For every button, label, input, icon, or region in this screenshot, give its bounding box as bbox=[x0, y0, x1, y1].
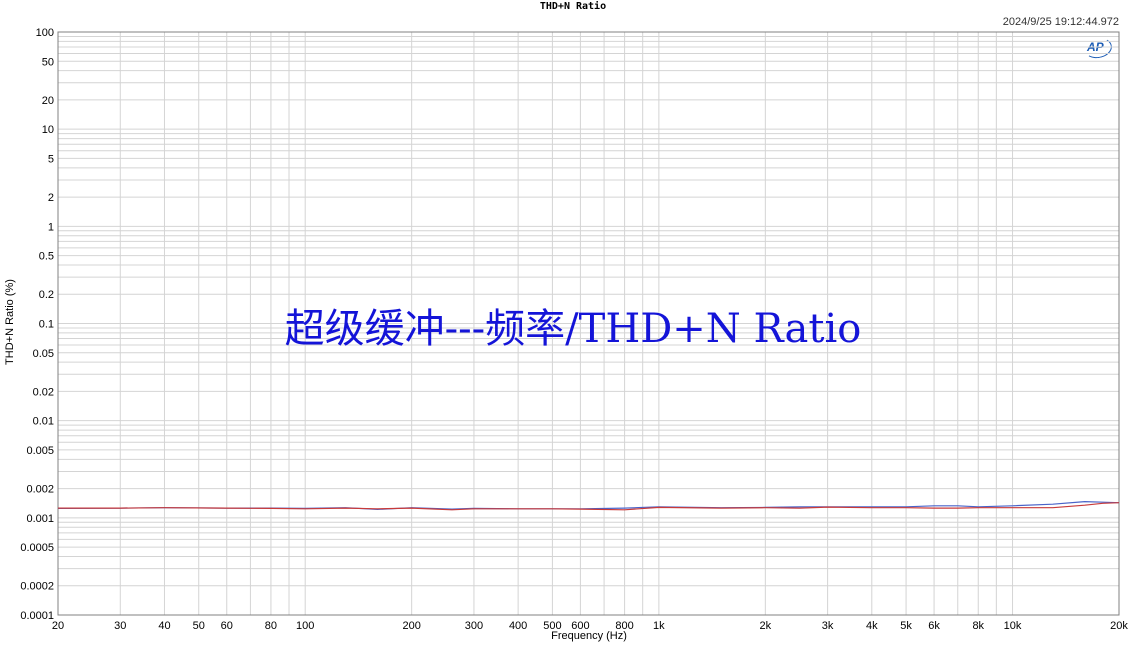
y-tick-label: 0.01 bbox=[33, 416, 54, 428]
x-tick-label: 800 bbox=[615, 620, 633, 632]
x-tick-label: 6k bbox=[928, 620, 940, 632]
x-tick-label: 50 bbox=[193, 620, 205, 632]
x-tick-label: 80 bbox=[265, 620, 277, 632]
x-tick-label: 500 bbox=[543, 620, 561, 632]
x-tick-label: 10k bbox=[1004, 620, 1022, 632]
x-tick-label: 8k bbox=[972, 620, 984, 632]
y-tick-label: 5 bbox=[48, 153, 54, 165]
series-layer bbox=[57, 500, 1120, 511]
y-tick-label: 100 bbox=[36, 27, 54, 39]
x-tick-label: 2k bbox=[760, 620, 772, 632]
x-tick-label: 200 bbox=[402, 620, 420, 632]
y-tick-label: 10 bbox=[42, 124, 54, 136]
x-tick-label: 3k bbox=[822, 620, 834, 632]
x-tick-label: 100 bbox=[296, 620, 314, 632]
x-tick-label: 400 bbox=[509, 620, 527, 632]
y-tick-label: 0.5 bbox=[39, 251, 54, 263]
y-tick-label: 0.05 bbox=[33, 348, 54, 360]
y-tick-label: 50 bbox=[42, 56, 54, 68]
x-tick-label: 30 bbox=[114, 620, 126, 632]
x-tick-label: 600 bbox=[571, 620, 589, 632]
y-tick-label: 0.002 bbox=[26, 484, 54, 496]
x-tick-label: 4k bbox=[866, 620, 878, 632]
y-tick-label: 0.0005 bbox=[20, 542, 54, 554]
y-tick-label: 0.0002 bbox=[20, 581, 54, 593]
y-tick-label: 0.1 bbox=[39, 319, 54, 331]
y-tick-label: 0.005 bbox=[26, 445, 54, 457]
y-tick-label: 2 bbox=[48, 192, 54, 204]
overlay-title: 超级缓冲---频率/THD+N Ratio bbox=[284, 306, 862, 352]
y-tick-label: 20 bbox=[42, 95, 54, 107]
y-tick-label: 0.02 bbox=[33, 386, 54, 398]
x-tick-label: 60 bbox=[221, 620, 233, 632]
x-tick-label: 300 bbox=[465, 620, 483, 632]
x-tick-label: 5k bbox=[900, 620, 912, 632]
y-tick-label: 0.0001 bbox=[20, 610, 54, 622]
x-tick-label: 20k bbox=[1110, 620, 1128, 632]
y-tick-label: 0.2 bbox=[39, 289, 54, 301]
y-tick-label: 1 bbox=[48, 221, 54, 233]
y-tick-label: 0.001 bbox=[26, 513, 54, 525]
x-tick-label: 1k bbox=[653, 620, 665, 632]
x-tick-label: 40 bbox=[158, 620, 170, 632]
